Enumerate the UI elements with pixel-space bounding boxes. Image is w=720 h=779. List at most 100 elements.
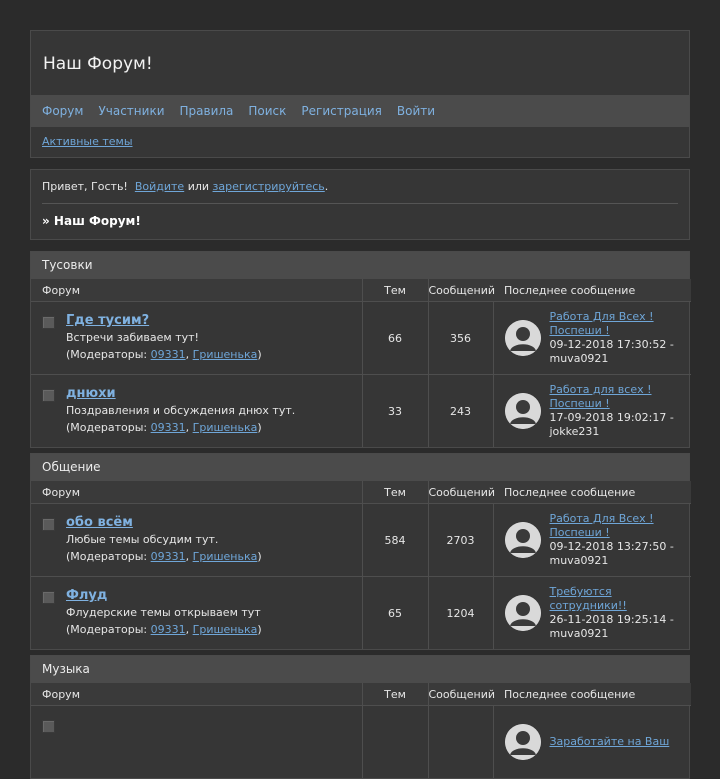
forum-name-link[interactable]: Где тусим? xyxy=(66,313,362,329)
moderator-link[interactable]: 09331 xyxy=(151,348,186,361)
posts-count: 243 xyxy=(427,374,493,447)
forum-status-icon xyxy=(42,316,55,329)
avatar-icon xyxy=(504,724,541,760)
moderator-link[interactable]: 09331 xyxy=(151,550,186,563)
forum-description: Поздравления и обсуждения днюх тут. xyxy=(66,404,296,417)
col-topics: Тем xyxy=(361,279,428,302)
avatar-icon xyxy=(504,522,541,558)
moderator-link[interactable]: 09331 xyxy=(151,421,186,434)
moderator-link[interactable]: Гришенька xyxy=(193,623,258,636)
last-post-cell: Требуются сотрудники!! 26-11-2018 19:25:1… xyxy=(492,576,692,649)
forum-description: Встречи забиваем тут! xyxy=(66,331,199,344)
forum-status-icon xyxy=(42,518,55,531)
last-post-date: 09-12-2018 13:27:50 - xyxy=(549,540,674,553)
category-block: Тусовки Форум Тем Сообщений Последнее сообще… xyxy=(30,251,691,448)
category-title: Тусовки xyxy=(31,252,689,279)
col-last-post: Последнее сообщение xyxy=(493,481,691,504)
col-last-post: Последнее сообщение xyxy=(493,683,691,706)
topics-count: 65 xyxy=(361,576,428,649)
last-post-link[interactable]: Заработайте на Ваш xyxy=(550,735,692,749)
category-title: Музыка xyxy=(31,656,689,683)
topics-count: 66 xyxy=(361,301,428,375)
forum-moderators: (Модераторы: 09331, Гришенька) xyxy=(66,550,262,563)
last-post-link[interactable]: Требуются сотрудники!! xyxy=(550,585,692,613)
last-post-info: Работа Для Всех ! Поспеши ! 09-12-2018 17… xyxy=(550,310,692,366)
forum-status-icon xyxy=(42,389,55,402)
last-post-info: Заработайте на Ваш xyxy=(550,735,692,749)
moderators-label: (Модераторы: xyxy=(66,623,148,636)
forum-table: Форум Тем Сообщений Последнее сообщение Где … xyxy=(31,279,691,447)
forum-row: обо всём Любые темы обсудим тут. (Модерато… xyxy=(31,503,692,577)
main-nav: Форум Участники Правила Поиск Регистраци… xyxy=(31,95,689,127)
col-forum: Форум xyxy=(31,481,362,504)
forum-name-link[interactable]: днюхи xyxy=(66,386,362,402)
posts-count: 1204 xyxy=(427,576,493,649)
forum-cell: Флуд Флудерские темы открываем тут (Модера… xyxy=(31,576,362,649)
nav-members[interactable]: Участники xyxy=(98,104,164,118)
header-row: Форум Тем Сообщений Последнее сообщение xyxy=(31,683,691,706)
col-topics: Тем xyxy=(361,683,428,706)
moderator-link[interactable]: 09331 xyxy=(151,623,186,636)
category-title: Общение xyxy=(31,454,689,481)
posts-count: 2703 xyxy=(427,503,493,577)
forum-description: Любые темы обсудим тут. xyxy=(66,533,219,546)
col-forum: Форум xyxy=(31,683,362,706)
nav-search[interactable]: Поиск xyxy=(248,104,286,118)
last-post-info: Работа Для Всех ! Поспеши ! 09-12-2018 13… xyxy=(550,512,692,568)
moderator-link[interactable]: Гришенька xyxy=(193,421,258,434)
forum-table: Форум Тем Сообщений Последнее сообщение обо … xyxy=(31,481,691,649)
col-posts: Сообщений xyxy=(427,683,495,706)
col-posts: Сообщений xyxy=(427,481,495,504)
forum-name-link[interactable]: обо всём xyxy=(66,515,362,531)
forum-status-icon xyxy=(42,720,55,733)
last-post-cell: Работа Для Всех ! Поспеши ! 09-12-2018 17… xyxy=(492,301,692,375)
nav-register[interactable]: Регистрация xyxy=(301,104,381,118)
forum-row: днюхи Поздравления и обсуждения днюх тут.… xyxy=(31,374,692,447)
last-post-cell: Заработайте на Ваш xyxy=(492,705,692,778)
active-topics-link[interactable]: Активные темы xyxy=(42,135,133,148)
topics-count: 33 xyxy=(361,374,428,447)
forum-row: Заработайте на Ваш xyxy=(31,705,692,778)
nav-rules[interactable]: Правила xyxy=(180,104,234,118)
forum-name-link[interactable]: Флуд xyxy=(66,588,362,604)
category-block: Музыка Форум Тем Сообщений Последнее сообщен… xyxy=(30,655,691,779)
forum-moderators: (Модераторы: 09331, Гришенька) xyxy=(66,421,262,434)
moderators-label: (Модераторы: xyxy=(66,550,148,563)
or-text: или xyxy=(187,180,210,193)
welcome-line: Привет, Гость! Войдите или зарегистрируй… xyxy=(42,170,678,204)
forum-table: Форум Тем Сообщений Последнее сообщение Зара… xyxy=(31,683,691,778)
page: Наш Форум! Форум Участники Правила Поиск… xyxy=(30,30,691,779)
last-post-link[interactable]: Работа для всех ! Поспеши ! xyxy=(550,383,692,411)
category-list: Тусовки Форум Тем Сообщений Последнее сообще… xyxy=(30,251,691,779)
forum-status-icon xyxy=(42,591,55,604)
category-block: Общение Форум Тем Сообщений Последнее сообще… xyxy=(30,453,691,650)
col-last-post: Последнее сообщение xyxy=(493,279,691,302)
last-post-link[interactable]: Работа Для Всех ! Поспеши ! xyxy=(550,512,692,540)
moderators-label: (Модераторы: xyxy=(66,421,148,434)
nav-forum[interactable]: Форум xyxy=(42,104,83,118)
moderator-link[interactable]: Гришенька xyxy=(193,348,258,361)
last-post-author: muva0921 xyxy=(549,627,609,640)
last-post-info: Работа для всех ! Поспеши ! 17-09-2018 19… xyxy=(550,383,692,439)
forum-moderators: (Модераторы: 09331, Гришенька) xyxy=(66,623,262,636)
login-link[interactable]: Войдите xyxy=(135,180,184,193)
forum-row: Где тусим? Встречи забиваем тут! (Модерато… xyxy=(31,301,692,375)
moderator-link[interactable]: Гришенька xyxy=(193,550,258,563)
nav-login[interactable]: Войти xyxy=(397,104,435,118)
header-row: Форум Тем Сообщений Последнее сообщение xyxy=(31,481,691,504)
last-post-author: muva0921 xyxy=(549,352,609,365)
register-link[interactable]: зарегистрируйтесь xyxy=(213,180,325,193)
avatar-icon xyxy=(504,595,541,631)
forum-cell: Где тусим? Встречи забиваем тут! (Модерато… xyxy=(31,302,362,375)
period: . xyxy=(324,180,329,193)
last-post-link[interactable]: Работа Для Всех ! Поспеши ! xyxy=(550,310,692,338)
forum-moderators: (Модераторы: 09331, Гришенька) xyxy=(66,348,262,361)
avatar-icon xyxy=(504,393,541,429)
breadcrumb: » Наш Форум! xyxy=(42,214,141,228)
topics-count xyxy=(361,705,428,778)
welcome-box: Привет, Гость! Войдите или зарегистрируй… xyxy=(30,169,690,240)
col-posts: Сообщений xyxy=(427,279,495,302)
last-post-info: Требуются сотрудники!! 26-11-2018 19:25:1… xyxy=(550,585,692,641)
site-header: Наш Форум! Форум Участники Правила Поиск… xyxy=(30,30,690,158)
header-row: Форум Тем Сообщений Последнее сообщение xyxy=(31,279,691,302)
